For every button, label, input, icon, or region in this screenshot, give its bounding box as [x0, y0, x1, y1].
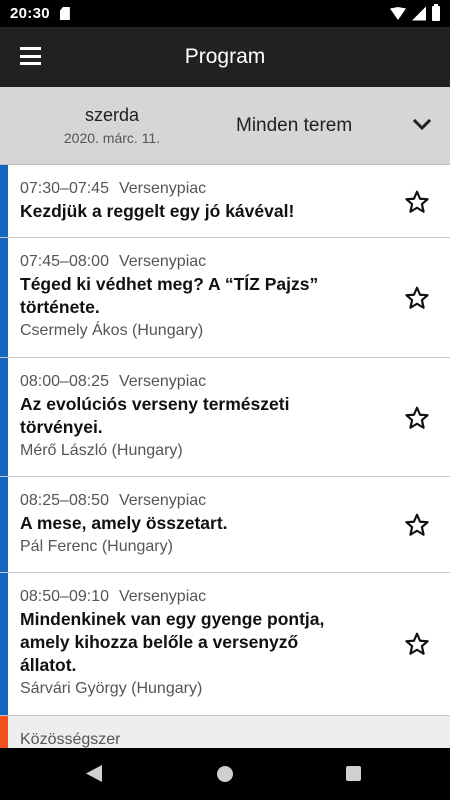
session-title: Téged ki védhet meg? A “TÍZ Pajzs” törté…	[20, 273, 380, 319]
session-body: 08:00–08:25 Versenypiac Az evolúciós vers…	[20, 371, 380, 462]
star-icon[interactable]	[404, 405, 430, 431]
session-track: Versenypiac	[118, 253, 207, 270]
room-label: Minden terem	[236, 115, 353, 136]
session-item[interactable]: 07:30–07:45 Versenypiac Kezdjük a reggelt…	[0, 165, 450, 238]
session-speaker: Mérő László (Hungary)	[20, 442, 183, 459]
star-icon[interactable]	[404, 512, 430, 538]
track-color-bar	[0, 238, 8, 357]
session-track: Versenypiac	[118, 588, 207, 605]
session-body: 07:30–07:45 Versenypiac Kezdjük a reggelt…	[20, 178, 380, 223]
session-title-line: Téged ki védhet meg? A “TÍZ Pajzs”	[20, 274, 319, 294]
session-item[interactable]: 08:25–08:50 Versenypiac A mese, amely öss…	[0, 477, 450, 573]
star-icon[interactable]	[404, 189, 430, 215]
session-track: Közösségszer	[20, 731, 121, 748]
day-selector[interactable]: szerda 2020. márc. 11.	[30, 105, 194, 146]
session-meta: 07:30–07:45 Versenypiac	[20, 178, 380, 200]
room-dropdown[interactable]: Minden terem	[210, 87, 450, 165]
signal-icon	[412, 6, 426, 21]
session-time: 08:25–08:50	[20, 492, 109, 509]
session-track: Versenypiac	[118, 180, 207, 197]
session-item[interactable]: 07:45–08:00 Versenypiac Téged ki védhet m…	[0, 238, 450, 358]
session-meta: 08:00–08:25 Versenypiac	[20, 371, 380, 393]
navigation-bar	[0, 748, 450, 800]
session-body: 08:25–08:50 Versenypiac A mese, amely öss…	[20, 490, 380, 558]
session-title-line: Az evolúciós verseny természeti	[20, 394, 290, 414]
session-meta: 07:45–08:00 Versenypiac	[20, 251, 380, 273]
day-name: szerda	[84, 105, 140, 125]
session-body: Közösségszer	[20, 729, 380, 748]
day-date: 2020. márc. 11.	[63, 130, 161, 146]
session-track: Versenypiac	[118, 373, 207, 390]
session-meta: 08:25–08:50 Versenypiac	[20, 490, 380, 512]
session-title-line: állatot.	[20, 655, 77, 675]
star-icon[interactable]	[404, 285, 430, 311]
wifi-icon	[390, 7, 406, 20]
status-bar: 20:30	[0, 0, 450, 27]
track-color-bar	[0, 716, 8, 748]
star-icon[interactable]	[404, 631, 430, 657]
session-time: 08:00–08:25	[20, 373, 109, 390]
session-title: Mindenkinek van egy gyenge pontja, amely…	[20, 608, 380, 677]
session-track: Versenypiac	[118, 492, 207, 509]
page-title: Program	[184, 45, 266, 68]
home-icon[interactable]	[217, 766, 233, 782]
session-body: 07:45–08:00 Versenypiac Téged ki védhet m…	[20, 251, 380, 342]
track-color-bar	[0, 358, 8, 476]
session-speaker: Pál Ferenc (Hungary)	[20, 538, 173, 555]
session-list: 07:30–07:45 Versenypiac Kezdjük a reggelt…	[0, 165, 450, 748]
recents-icon[interactable]	[346, 766, 361, 781]
track-color-bar	[0, 165, 8, 237]
session-item[interactable]: 08:50–09:10 Versenypiac Mindenkinek van e…	[0, 573, 450, 716]
track-color-bar	[0, 477, 8, 572]
session-time: 08:50–09:10	[20, 588, 109, 605]
filter-bar: szerda 2020. márc. 11. Minden terem	[0, 87, 450, 165]
track-color-bar	[0, 573, 8, 715]
session-title: A mese, amely összetart.	[20, 513, 228, 533]
sd-card-icon	[59, 7, 70, 20]
session-time: 07:30–07:45	[20, 180, 109, 197]
battery-icon	[432, 4, 440, 21]
session-item[interactable]: 08:00–08:25 Versenypiac Az evolúciós vers…	[0, 358, 450, 477]
session-title-line: törvényei.	[20, 417, 103, 437]
session-title: Kezdjük a reggelt egy jó kávéval!	[20, 201, 295, 221]
session-title-line: amely kihozza belőle a versenyző	[20, 632, 299, 652]
back-icon[interactable]	[86, 765, 102, 782]
session-speaker: Csermely Ákos (Hungary)	[20, 322, 204, 339]
session-speaker: Sárvári György (Hungary)	[20, 680, 203, 697]
session-meta: 08:50–09:10 Versenypiac	[20, 586, 380, 608]
session-title-line: története.	[20, 297, 100, 317]
menu-icon[interactable]	[20, 47, 41, 65]
status-indicators	[390, 4, 440, 21]
session-body: 08:50–09:10 Versenypiac Mindenkinek van e…	[20, 586, 380, 700]
app-bar: Program	[0, 27, 450, 87]
session-title-line: Mindenkinek van egy gyenge pontja,	[20, 609, 325, 629]
session-time: 07:45–08:00	[20, 253, 109, 270]
chevron-down-icon	[412, 118, 432, 131]
status-time: 20:30	[10, 5, 50, 22]
session-title: Az evolúciós verseny természeti törvénye…	[20, 393, 380, 439]
session-item[interactable]: Közösségszer	[0, 716, 450, 748]
